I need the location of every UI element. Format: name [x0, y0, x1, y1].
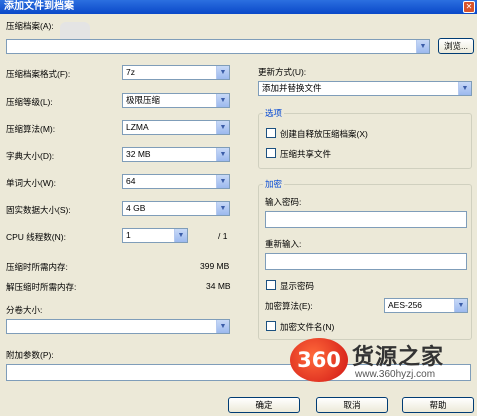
ok-button[interactable]: 确定: [228, 397, 300, 413]
mem-compress-value: 399 MB: [200, 261, 230, 271]
update-label: 更新方式(U):: [258, 67, 307, 77]
browse-button[interactable]: 浏览...: [438, 38, 474, 54]
checkbox-icon[interactable]: [266, 148, 276, 158]
show-password-label[interactable]: 显示密码: [280, 280, 314, 292]
checkbox-icon[interactable]: [266, 321, 276, 331]
options-title: 选项: [263, 107, 285, 119]
cancel-button[interactable]: 取消: [316, 397, 388, 413]
word-value: 64: [126, 176, 136, 186]
archive-path-combo[interactable]: ▼: [6, 39, 430, 54]
params-label: 附加参数(P):: [6, 350, 54, 360]
enc-method-value: AES-256: [388, 300, 423, 310]
window-title: 添加文件到档案: [4, 1, 74, 12]
dict-value: 32 MB: [126, 149, 151, 159]
chevron-down-icon[interactable]: ▼: [216, 148, 229, 161]
dict-label: 字典大小(D):: [6, 151, 55, 161]
chevron-down-icon[interactable]: ▼: [454, 299, 467, 312]
volume-select[interactable]: ▼: [6, 319, 230, 334]
enc-method-label: 加密算法(E):: [265, 301, 313, 311]
update-value: 添加并替换文件: [262, 83, 322, 93]
checkbox-icon[interactable]: [266, 280, 276, 290]
window-titlebar: 添加文件到档案: [0, 0, 477, 14]
update-select[interactable]: 添加并替换文件 ▼: [258, 81, 472, 96]
watermark-brand: 货源之家: [352, 344, 445, 369]
watermark-logo: 360: [290, 338, 348, 382]
threads-select[interactable]: 1 ▼: [122, 228, 188, 243]
threads-label: CPU 线程数(N):: [6, 232, 66, 242]
threads-value: 1: [126, 230, 131, 240]
password-input[interactable]: [265, 211, 467, 228]
encrypt-names-label[interactable]: 加密文件名(N): [280, 321, 334, 333]
format-label: 压缩档案格式(F):: [6, 69, 71, 79]
archive-label: 压缩档案(A):: [6, 21, 54, 31]
password-label: 输入密码:: [265, 197, 302, 207]
chevron-down-icon[interactable]: ▼: [216, 94, 229, 107]
mem-compress-label: 压缩时所需内存:: [6, 262, 68, 272]
chevron-down-icon[interactable]: ▼: [416, 40, 429, 53]
level-select[interactable]: 极限压缩 ▼: [122, 93, 230, 108]
level-value: 极限压缩: [126, 95, 161, 105]
threads-total: / 1: [218, 231, 228, 241]
watermark-url: www.360hyzj.com: [355, 369, 436, 380]
method-value: LZMA: [126, 122, 149, 132]
reenter-input[interactable]: [265, 253, 467, 270]
mem-decompress-label: 解压缩时所需内存:: [6, 282, 77, 292]
chevron-down-icon[interactable]: ▼: [216, 66, 229, 79]
mem-decompress-value: 34 MB: [206, 281, 231, 291]
method-label: 压缩算法(M):: [6, 124, 56, 134]
reenter-label: 重新输入:: [265, 239, 302, 249]
chevron-down-icon[interactable]: ▼: [174, 229, 187, 242]
volume-label: 分卷大小:: [6, 305, 43, 315]
chevron-down-icon[interactable]: ▼: [458, 82, 471, 95]
chevron-down-icon[interactable]: ▼: [216, 175, 229, 188]
options-group: [258, 113, 472, 169]
shared-label[interactable]: 压缩共享文件: [280, 148, 331, 160]
encryption-title: 加密: [263, 178, 285, 190]
help-button[interactable]: 帮助: [402, 397, 474, 413]
word-label: 单词大小(W):: [6, 178, 57, 188]
format-select[interactable]: 7z ▼: [122, 65, 230, 80]
chevron-down-icon[interactable]: ▼: [216, 202, 229, 215]
chevron-down-icon[interactable]: ▼: [216, 121, 229, 134]
chevron-down-icon[interactable]: ▼: [216, 320, 229, 333]
dict-select[interactable]: 32 MB ▼: [122, 147, 230, 162]
word-select[interactable]: 64 ▼: [122, 174, 230, 189]
close-icon[interactable]: ✕: [463, 1, 475, 13]
format-value: 7z: [126, 67, 135, 77]
solid-label: 固实数据大小(S):: [6, 205, 71, 215]
level-label: 压缩等级(L):: [6, 97, 53, 107]
method-select[interactable]: LZMA ▼: [122, 120, 230, 135]
sfx-label[interactable]: 创建自释放压缩档案(X): [280, 128, 368, 140]
enc-method-select[interactable]: AES-256 ▼: [384, 298, 468, 313]
solid-value: 4 GB: [126, 203, 146, 213]
checkbox-icon[interactable]: [266, 128, 276, 138]
solid-select[interactable]: 4 GB ▼: [122, 201, 230, 216]
